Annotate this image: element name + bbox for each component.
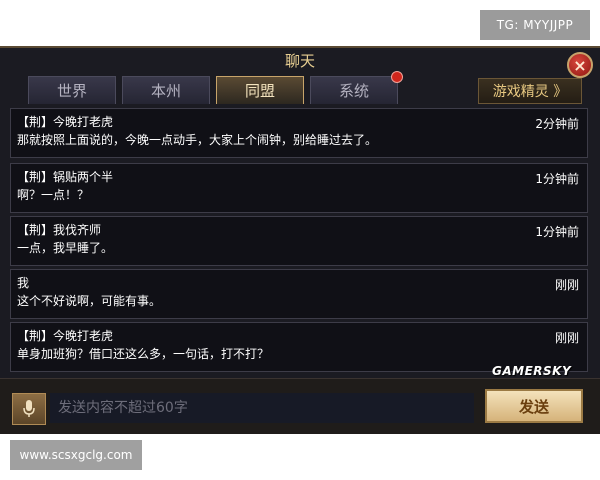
watermark-top: TG: MYYJJPP (480, 10, 590, 40)
message-time: 2分钟前 (535, 117, 579, 131)
message-list[interactable]: 【荆】今晚打老虎 那就按照上面说的，今晚一点动手，大家上个闹钟，别给睡过去了。 … (10, 108, 588, 386)
message-time: 1分钟前 (535, 172, 579, 186)
voice-button[interactable] (12, 393, 46, 425)
message-text: 单身加班狗？借口还这么多，一句话，打不打？ (17, 347, 270, 361)
list-item: 【荆】锅贴两个半 啊？一点！？ 1分钟前 (10, 163, 588, 213)
tab-label: 同盟 (244, 82, 275, 100)
tab-world[interactable]: 世界 (28, 76, 116, 104)
tab-alliance[interactable]: 同盟 (216, 76, 304, 104)
send-button[interactable]: 发送 (485, 389, 583, 423)
tab-label: 本州 (150, 82, 181, 100)
game-elf-button[interactable]: 游戏精灵 》 (478, 78, 582, 104)
message-time: 刚刚 (554, 331, 579, 345)
message-time: 1分钟前 (535, 225, 579, 239)
message-text: 一点，我早睡了。 (17, 241, 114, 255)
message-sender[interactable]: 【荆】今晚打老虎 (17, 113, 113, 130)
message-sender[interactable]: 【荆】我伐齐师 (17, 221, 101, 238)
microphone-icon (23, 400, 35, 417)
list-item: 【荆】今晚打老虎 那就按照上面说的，今晚一点动手，大家上个闹钟，别给睡过去了。 … (10, 108, 588, 158)
message-sender: 我 (17, 276, 30, 290)
chat-input-bar: 发送 (0, 378, 600, 434)
close-button[interactable]: × (567, 52, 593, 78)
notification-dot-icon (391, 71, 403, 83)
message-text: 这个不好说啊，可能有事。 (17, 294, 162, 308)
tab-label: 世界 (56, 82, 87, 100)
message-input[interactable] (50, 393, 474, 423)
list-item: 【荆】我伐齐师 一点，我早睡了。 1分钟前 (10, 216, 588, 266)
list-item: 我 这个不好说啊，可能有事。 刚刚 (10, 269, 588, 319)
close-icon: × (573, 55, 587, 75)
panel-title: 聊天 (284, 52, 315, 70)
gamersky-watermark: GAMERSKY (492, 364, 572, 378)
message-text: 啊？一点！？ (17, 188, 90, 202)
tab-label: 系统 (338, 82, 369, 100)
message-sender[interactable]: 【荆】今晚打老虎 (17, 327, 113, 344)
message-sender[interactable]: 【荆】锅贴两个半 (17, 168, 113, 185)
tab-system[interactable]: 系统 (310, 71, 403, 104)
message-time: 刚刚 (554, 278, 579, 292)
message-text: 那就按照上面说的，今晚一点动手，大家上个闹钟，别给睡过去了。 (17, 133, 378, 147)
watermark-bottom: www.scsxgclg.com (10, 440, 142, 470)
tab-province[interactable]: 本州 (122, 76, 210, 104)
